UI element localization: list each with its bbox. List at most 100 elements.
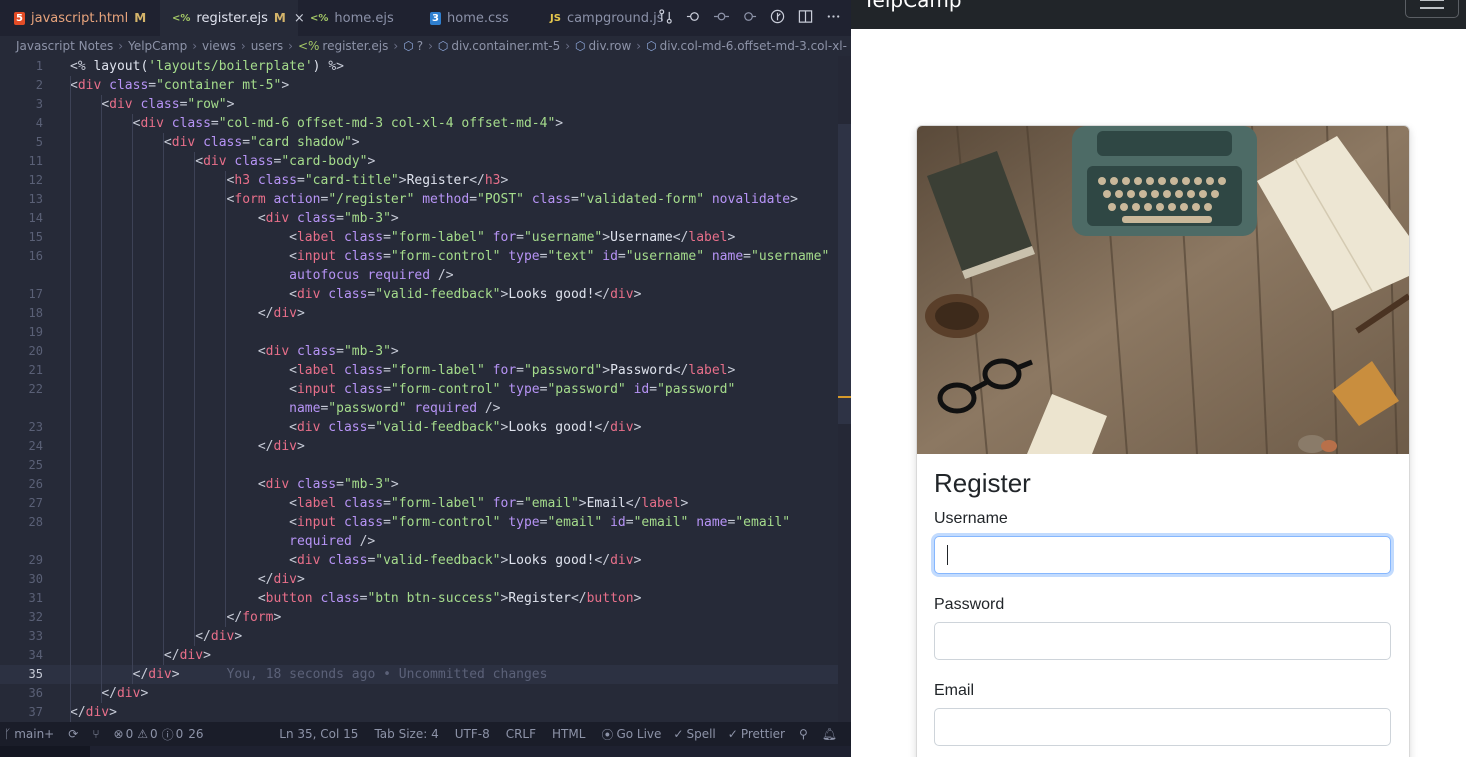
line-text: name="password" required /> bbox=[289, 401, 501, 416]
code-line[interactable]: 12 <h3 class="card-title">Register</h3> bbox=[0, 171, 838, 190]
line-number: 15 bbox=[28, 230, 43, 244]
language-mode[interactable]: HTML bbox=[552, 727, 585, 741]
go-live-button[interactable]: ⦿ Go Live bbox=[601, 726, 661, 743]
line-text: </div> bbox=[70, 705, 117, 720]
code-line[interactable]: 26 <div class="mb-3"> bbox=[0, 475, 838, 494]
more-actions-icon[interactable] bbox=[826, 9, 841, 28]
go-back-icon[interactable] bbox=[686, 9, 701, 28]
problems-status[interactable]: ⊗ 0 ⚠ 0 ⓘ 0 26 bbox=[114, 726, 204, 743]
username-input[interactable] bbox=[934, 536, 1391, 574]
code-line[interactable]: 13 <form action="/register" method="POST… bbox=[0, 190, 838, 209]
code-line[interactable]: 4 <div class="col-md-6 offset-md-3 col-x… bbox=[0, 114, 838, 133]
code-line[interactable]: 28 <input class="form-control" type="ema… bbox=[0, 513, 838, 532]
code-line[interactable]: 29 <div class="valid-feedback">Looks goo… bbox=[0, 551, 838, 570]
code-line[interactable]: 27 <label class="form-label" for="email"… bbox=[0, 494, 838, 513]
code-line[interactable]: 11 <div class="card-body"> bbox=[0, 152, 838, 171]
toggle-blame-icon[interactable] bbox=[770, 9, 785, 28]
code-line[interactable]: 1 <% layout('layouts/boilerplate') %> bbox=[0, 57, 838, 76]
code-line[interactable]: 32 </form> bbox=[0, 608, 838, 627]
navbar-toggler-button[interactable] bbox=[1405, 0, 1459, 18]
code-line[interactable]: 18 </div> bbox=[0, 304, 838, 323]
line-number: 19 bbox=[28, 325, 43, 339]
tab-size[interactable]: Tab Size: 4 bbox=[374, 727, 438, 741]
breadcrumb-item[interactable]: Javascript Notes bbox=[16, 39, 113, 53]
check-all-icon: ✓ bbox=[727, 727, 738, 741]
tab-campground-js[interactable]: JS campground.js bbox=[550, 0, 663, 36]
accounts-icon[interactable]: ⚲ bbox=[799, 727, 808, 741]
navbar-brand[interactable]: YelpCamp bbox=[863, 0, 962, 12]
spell-status[interactable]: ✓ Spell bbox=[673, 727, 715, 741]
code-line[interactable]: 2 <div class="container mt-5"> bbox=[0, 76, 838, 95]
scrollbar-thumb[interactable] bbox=[838, 124, 851, 424]
breadcrumb-item[interactable]: div.row bbox=[589, 39, 632, 53]
register-card: Register Username Password Email bbox=[916, 125, 1410, 757]
code-line[interactable]: autofocus required /> bbox=[0, 266, 838, 285]
breadcrumb-item[interactable]: div.col-md-6.offset-md-3.col-xl- bbox=[660, 39, 847, 53]
line-text: required /> bbox=[289, 534, 376, 549]
code-line[interactable]: 14 <div class="mb-3"> bbox=[0, 209, 838, 228]
code-line[interactable]: 22 <input class="form-control" type="pas… bbox=[0, 380, 838, 399]
line-text: <div class="mb-3"> bbox=[257, 211, 399, 226]
code-line[interactable]: 24 </div> bbox=[0, 437, 838, 456]
line-number: 11 bbox=[28, 154, 43, 168]
end-of-line[interactable]: CRLF bbox=[506, 727, 536, 741]
code-editor: 5 javascript.html M <% register.ejs M × … bbox=[0, 0, 851, 757]
line-text: <label class="form-label" for="password"… bbox=[289, 363, 736, 378]
prettier-status[interactable]: ✓ Prettier bbox=[728, 727, 785, 741]
notifications-icon[interactable]: 🔔︎ bbox=[822, 727, 837, 741]
code-line[interactable]: 25 bbox=[0, 456, 838, 475]
line-text: <div class="mb-3"> bbox=[257, 344, 399, 359]
code-line[interactable]: name="password" required /> bbox=[0, 399, 838, 418]
code-line[interactable]: 37 </div> bbox=[0, 703, 838, 722]
breadcrumb-item[interactable]: views bbox=[202, 39, 236, 53]
tab-register-ejs[interactable]: <% register.ejs M × bbox=[160, 0, 305, 36]
compare-changes-icon[interactable] bbox=[658, 8, 673, 28]
code-line[interactable]: 17 <div class="valid-feedback">Looks goo… bbox=[0, 285, 838, 304]
code-line[interactable]: required /> bbox=[0, 532, 838, 551]
line-number: 31 bbox=[28, 591, 43, 605]
breadcrumb-item[interactable]: ? bbox=[417, 39, 423, 53]
code-line[interactable]: 35 </div> You, 18 seconds ago • Uncommit… bbox=[0, 665, 838, 684]
code-line[interactable]: 5 <div class="card shadow"> bbox=[0, 133, 838, 152]
line-text: <input class="form-control" type="text" … bbox=[289, 249, 830, 264]
go-forward-icon[interactable] bbox=[742, 9, 757, 28]
publish-icon[interactable]: ⑂ bbox=[92, 727, 99, 741]
cube-icon: ⬡ bbox=[403, 39, 414, 53]
spell-label: Spell bbox=[686, 727, 716, 741]
split-editor-icon[interactable] bbox=[798, 9, 813, 28]
breadcrumb-item[interactable]: users bbox=[251, 39, 283, 53]
tab-home-ejs[interactable]: <% home.ejs bbox=[308, 0, 418, 36]
tab-home-css[interactable]: 3 home.css bbox=[430, 0, 540, 36]
tab-javascript-html[interactable]: 5 javascript.html M bbox=[0, 0, 152, 36]
code-line[interactable]: 20 <div class="mb-3"> bbox=[0, 342, 838, 361]
line-number: 26 bbox=[28, 477, 43, 491]
code-line[interactable]: 3 <div class="row"> bbox=[0, 95, 838, 114]
code-line[interactable]: 34 </div> bbox=[0, 646, 838, 665]
cursor-position[interactable]: Ln 35, Col 15 bbox=[279, 727, 358, 741]
code-line[interactable]: 21 <label class="form-label" for="passwo… bbox=[0, 361, 838, 380]
branch-status[interactable]: ᚴ main+ bbox=[4, 727, 54, 741]
tab-label: home.css bbox=[447, 10, 509, 26]
code-line[interactable]: 30 </div> bbox=[0, 570, 838, 589]
code-line[interactable]: 19 bbox=[0, 323, 838, 342]
code-line[interactable]: 15 <label class="form-label" for="userna… bbox=[0, 228, 838, 247]
sync-icon[interactable]: ⟳ bbox=[68, 727, 78, 741]
code-line[interactable]: 31 <button class="btn btn-success">Regis… bbox=[0, 589, 838, 608]
code-line[interactable]: 33 </div> bbox=[0, 627, 838, 646]
encoding[interactable]: UTF-8 bbox=[455, 727, 490, 741]
code-line[interactable]: 16 <input class="form-control" type="tex… bbox=[0, 247, 838, 266]
breadcrumb-item[interactable]: register.ejs bbox=[322, 39, 388, 53]
breadcrumb-item[interactable]: YelpCamp bbox=[128, 39, 187, 53]
code-line[interactable]: 36 </div> bbox=[0, 684, 838, 703]
code-line[interactable]: 23 <div class="valid-feedback">Looks goo… bbox=[0, 418, 838, 437]
tab-label: javascript.html bbox=[31, 10, 129, 26]
password-input[interactable] bbox=[934, 622, 1391, 660]
cube-icon: ⬡ bbox=[575, 39, 586, 53]
ejs-icon: <% bbox=[297, 39, 320, 53]
git-commit-icon[interactable] bbox=[714, 9, 729, 28]
line-text: <input class="form-control" type="email"… bbox=[289, 515, 791, 530]
breadcrumb-item[interactable]: div.container.mt-5 bbox=[451, 39, 560, 53]
code-area[interactable]: 1 <% layout('layouts/boilerplate') %> 2 <di… bbox=[0, 56, 838, 722]
close-icon[interactable]: × bbox=[294, 11, 305, 26]
email-input[interactable] bbox=[934, 708, 1391, 746]
